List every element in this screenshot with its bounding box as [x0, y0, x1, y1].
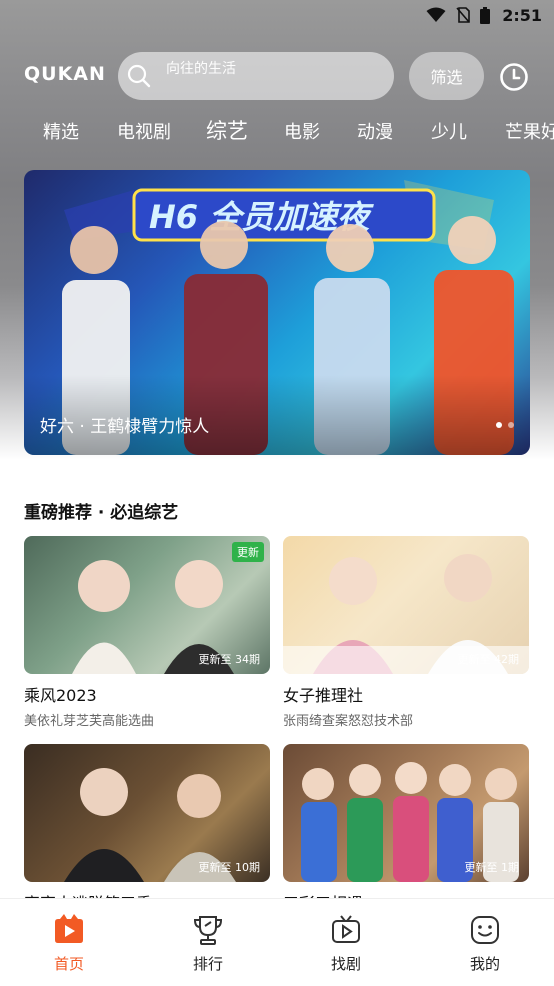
filter-button[interactable]: 筛选	[409, 52, 484, 100]
tab-variety[interactable]: 综艺	[206, 118, 248, 145]
status-bar: 2:51	[0, 0, 554, 30]
card-thumbnail: 更新至 42期	[283, 536, 529, 674]
category-tabs: 精选 电视剧 综艺 电影 动漫 少儿 芒果好	[0, 118, 554, 152]
hero-banner[interactable]: H6 全员加速夜 好六 · 王鹤棣臂力惊人	[24, 170, 530, 455]
show-card[interactable]: 更新至 42期 女子推理社 张雨绮查案怒怼技术部	[283, 536, 529, 729]
episode-label: 更新至 1期	[464, 861, 520, 874]
episode-label: 更新至 34期	[198, 653, 261, 666]
card-subtitle: 张雨绮查案怒怼技术部	[283, 714, 414, 729]
nav-label: 首页	[53, 955, 84, 973]
show-card[interactable]: 更新至 10期 密室大逃脱第五季	[24, 744, 270, 913]
banner-caption: 好六 · 王鹤棣臂力惊人	[40, 417, 210, 437]
update-badge: 更新	[232, 542, 264, 562]
episode-label: 更新至 42期	[457, 653, 520, 666]
trophy-icon	[193, 916, 223, 945]
tab-movie[interactable]: 电影	[284, 118, 320, 144]
card-thumbnail: 更新 更新至 34期	[24, 536, 270, 674]
battery-icon	[480, 6, 491, 24]
card-title: 女子推理社	[283, 686, 364, 705]
play-home-icon	[55, 914, 83, 943]
banner-pager	[496, 422, 514, 428]
show-card[interactable]: 更新 更新至 34期 乘风2023 美依礼芽芝芙高能选曲	[24, 536, 270, 729]
pager-dot-active	[496, 422, 502, 428]
search-input[interactable]	[164, 58, 378, 80]
tab-mango[interactable]: 芒果好	[505, 118, 554, 144]
episode-label: 更新至 10期	[198, 861, 261, 874]
card-subtitle: 美依礼芽芝芙高能选曲	[24, 714, 155, 729]
nav-discover[interactable]: 找剧	[301, 913, 391, 974]
nav-label: 找剧	[330, 955, 361, 973]
tv-icon	[332, 915, 360, 943]
section-title: 重磅推荐 · 必追综艺	[24, 503, 179, 523]
show-card[interactable]: 更新至 1期 五彩三相遇	[283, 744, 529, 913]
pager-dot	[508, 422, 514, 428]
nav-ranking[interactable]: 排行	[163, 913, 253, 974]
nav-home[interactable]: 首页	[24, 913, 114, 974]
tab-tv-series[interactable]: 电视剧	[117, 118, 171, 144]
card-thumbnail: 更新至 10期	[24, 744, 270, 882]
tab-anime[interactable]: 动漫	[357, 118, 393, 144]
wifi-icon	[426, 7, 446, 22]
nav-label: 排行	[192, 955, 223, 973]
search-box[interactable]	[118, 52, 394, 100]
app-logo[interactable]: QUKAN	[24, 63, 106, 85]
tab-featured[interactable]: 精选	[43, 118, 79, 144]
status-time: 2:51	[502, 5, 542, 25]
clock-icon[interactable]	[499, 62, 529, 92]
top-bar: QUKAN 筛选	[0, 52, 554, 102]
nav-label: 我的	[469, 955, 500, 973]
smiley-face-icon	[471, 916, 499, 944]
card-title: 乘风2023	[24, 686, 97, 705]
bottom-navigation: 首页 排行 找剧 我的	[0, 898, 554, 986]
tab-kids[interactable]: 少儿	[431, 118, 467, 144]
nav-profile[interactable]: 我的	[440, 913, 530, 974]
search-icon	[127, 64, 151, 88]
card-thumbnail: 更新至 1期	[283, 744, 529, 882]
sim-no-signal-icon	[456, 7, 471, 23]
